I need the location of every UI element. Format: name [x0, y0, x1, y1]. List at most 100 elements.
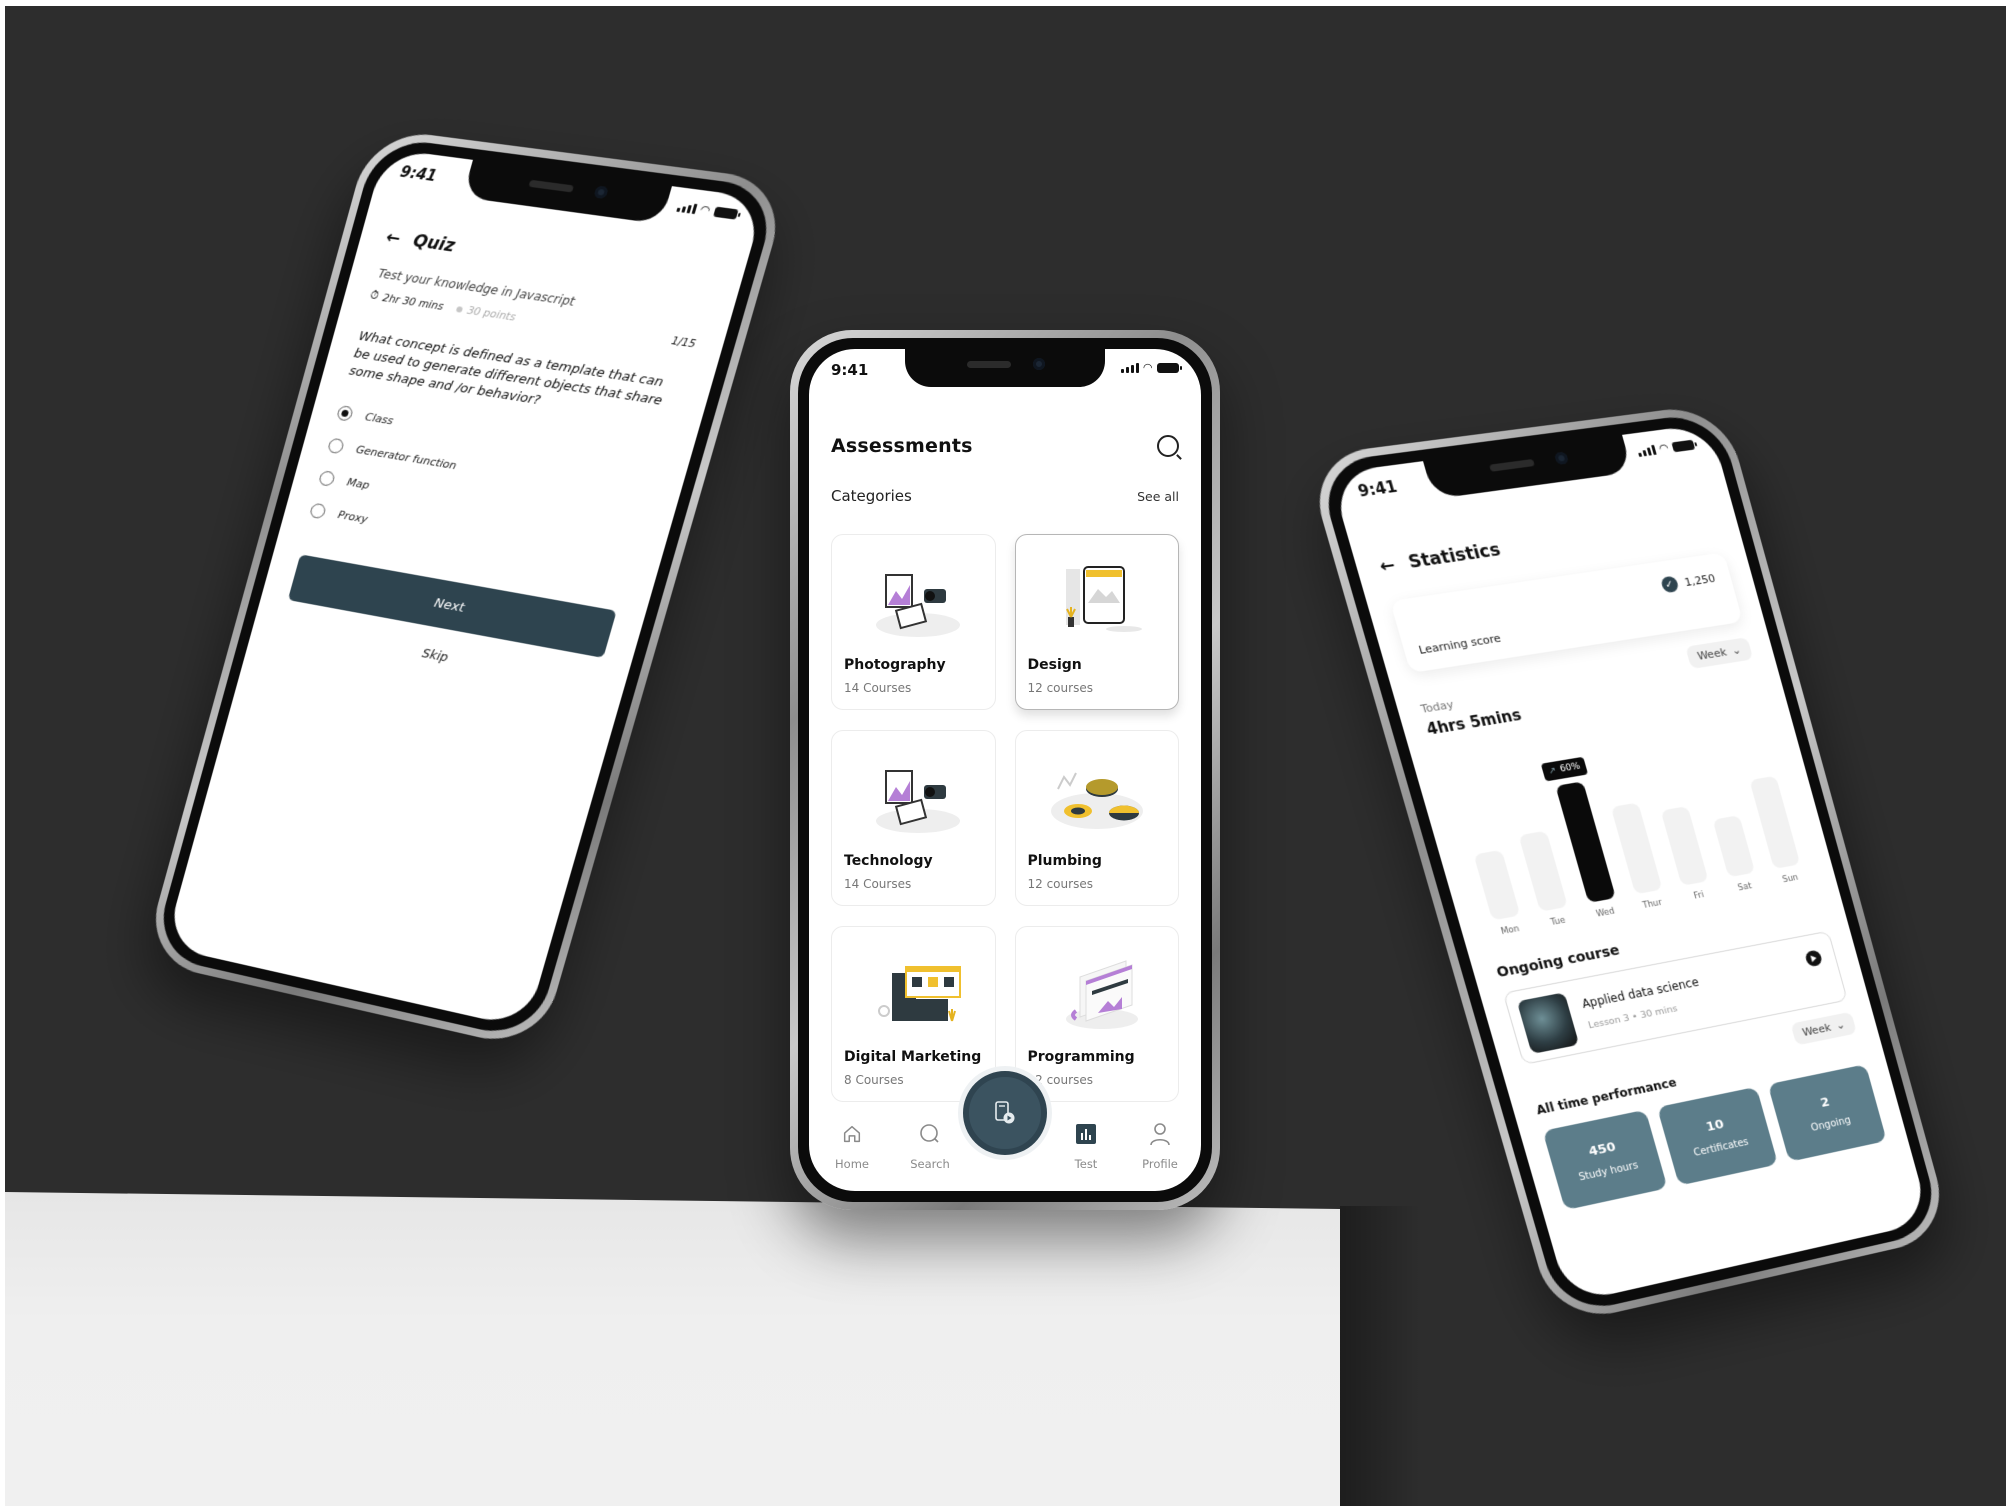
assessments-screen: 9:41 ◠ Assessments Categories See all Ph… [809, 349, 1201, 1191]
radio-button[interactable] [335, 404, 355, 422]
category-name: Digital Marketing [844, 1049, 982, 1065]
radio-button[interactable] [308, 502, 328, 519]
battery-icon [713, 206, 739, 220]
category-count: 14 Courses [844, 681, 912, 695]
pedestal [5, 1192, 1340, 1506]
status-time: 9:41 [398, 162, 439, 186]
category-count: 14 Courses [844, 877, 912, 891]
chart-bar-tue[interactable] [1518, 830, 1569, 912]
stat-card-study-hours: 450 Study hours [1542, 1109, 1668, 1211]
digital-marketing-illustration [832, 955, 995, 1035]
battery-icon [1157, 362, 1182, 373]
chevron-down-icon: ⌄ [1730, 643, 1743, 658]
chart-bar-wed[interactable] [1555, 781, 1616, 903]
chart-x-label: Sat [1737, 881, 1753, 894]
pedestal-shadow [1340, 1206, 1420, 1506]
course-name: Applied data science [1580, 975, 1701, 1011]
search-icon [920, 1124, 939, 1143]
page-title: Assessments [831, 435, 973, 457]
tab-test[interactable]: Test [1051, 1119, 1121, 1171]
chart-bar-sat[interactable] [1712, 815, 1755, 878]
search-icon[interactable] [1157, 435, 1179, 457]
start-test-button[interactable] [963, 1071, 1047, 1155]
timer-icon: ⏱ [368, 289, 380, 303]
stat-card-certificates: 10 Certificates [1656, 1086, 1779, 1186]
page-title: Quiz [410, 231, 458, 257]
back-arrow-icon[interactable]: ← [1377, 555, 1397, 577]
category-card-digital-marketing[interactable]: Digital Marketing 8 Courses [831, 926, 996, 1102]
tab-home[interactable]: Home [817, 1119, 887, 1171]
wifi-icon: ◠ [698, 202, 712, 217]
chart-bar-mon[interactable] [1473, 849, 1521, 921]
programming-illustration [1016, 955, 1179, 1035]
user-icon [1150, 1123, 1170, 1146]
tab-search[interactable]: Search [895, 1119, 965, 1171]
chevron-down-icon: ⌄ [1834, 1018, 1847, 1033]
category-card-technology[interactable]: Technology 14 Courses [831, 730, 996, 906]
phone-assessments: 9:41 ◠ Assessments Categories See all Ph… [790, 330, 1220, 1210]
quiz-points: 30 points [455, 303, 517, 323]
back-arrow-icon[interactable]: ← [384, 227, 403, 248]
weekly-bar-chart: Mon Tue Wed ↗ 60% Thur Fri Sat Sun [1434, 699, 1815, 940]
category-name: Programming [1027, 1049, 1135, 1065]
play-icon[interactable] [1804, 949, 1824, 968]
battery-icon [1671, 439, 1696, 452]
notch [1423, 434, 1633, 500]
wifi-icon: ◠ [1657, 441, 1670, 456]
signal-icon [1636, 444, 1657, 457]
radio-button[interactable] [317, 469, 337, 487]
signal-icon [675, 201, 698, 214]
trending-up-icon: ↗ [1547, 765, 1558, 777]
category-card-programming[interactable]: Programming 12 courses [1014, 926, 1179, 1102]
tab-profile[interactable]: Profile [1125, 1119, 1195, 1171]
chart-x-label: Thur [1641, 897, 1664, 911]
category-name: Photography [844, 657, 946, 673]
radio-button[interactable] [326, 437, 346, 454]
chart-x-label: Fri [1692, 890, 1706, 902]
category-count: 12 courses [1027, 681, 1093, 695]
technology-illustration [832, 759, 995, 839]
verified-badge-icon: ✓ [1659, 575, 1680, 594]
chart-tooltip: ↗ 60% [1540, 756, 1589, 782]
bar-chart-icon [1076, 1124, 1096, 1144]
category-name: Plumbing [1027, 853, 1102, 869]
category-name: Design [1027, 657, 1082, 673]
performance-cards: 450 Study hours 10 Certificates 2 Ongoin… [1542, 1064, 1887, 1211]
see-all-link[interactable]: See all [1137, 489, 1179, 504]
signal-icon [1120, 362, 1139, 373]
chart-x-label: Sun [1781, 872, 1800, 886]
category-name: Technology [844, 853, 933, 869]
today-label: Today [1419, 697, 1456, 716]
tab-bar: Home Search Test Profile [809, 1071, 1201, 1191]
category-card-plumbing[interactable]: Plumbing 12 courses [1014, 730, 1179, 906]
wifi-icon: ◠ [1143, 361, 1152, 374]
learning-score-value: 1,250 [1682, 571, 1717, 589]
stat-card-ongoing: 2 Ongoing [1767, 1064, 1887, 1162]
category-card-design[interactable]: Design 12 courses [1014, 534, 1179, 710]
design-illustration [1016, 563, 1179, 643]
quiz-duration: 2hr 30 mins [381, 291, 445, 313]
chart-bar-sun[interactable] [1749, 775, 1801, 870]
chart-x-label: Mon [1499, 924, 1521, 938]
category-count: 12 courses [1027, 877, 1093, 891]
period-select[interactable]: Week ⌄ [1684, 637, 1754, 670]
learning-score-label: Learning score [1417, 631, 1503, 657]
quiz-progress: 1/15 [669, 334, 698, 351]
category-grid: Photography 14 Courses Design 12 courses… [831, 534, 1179, 1102]
chart-bar-fri[interactable] [1660, 805, 1709, 886]
ongoing-course-card[interactable]: Applied data science Lesson 3 • 30 mins [1502, 930, 1848, 1065]
answer-options: Class Generator function Map Proxy [306, 395, 470, 547]
chart-bar-thur[interactable] [1610, 802, 1663, 895]
performance-period-select[interactable]: Week ⌄ [1790, 1011, 1857, 1046]
plumbing-illustration [1016, 759, 1179, 839]
home-icon [843, 1125, 861, 1143]
chart-x-label: Tue [1549, 915, 1567, 928]
categories-heading: Categories [831, 487, 912, 505]
course-thumbnail [1516, 992, 1580, 1055]
chart-x-label: Wed [1595, 906, 1617, 920]
photography-illustration [832, 563, 995, 643]
notch [905, 349, 1105, 387]
category-card-photography[interactable]: Photography 14 Courses [831, 534, 996, 710]
page-title: Statistics [1406, 540, 1503, 573]
status-time: 9:41 [1355, 477, 1400, 501]
